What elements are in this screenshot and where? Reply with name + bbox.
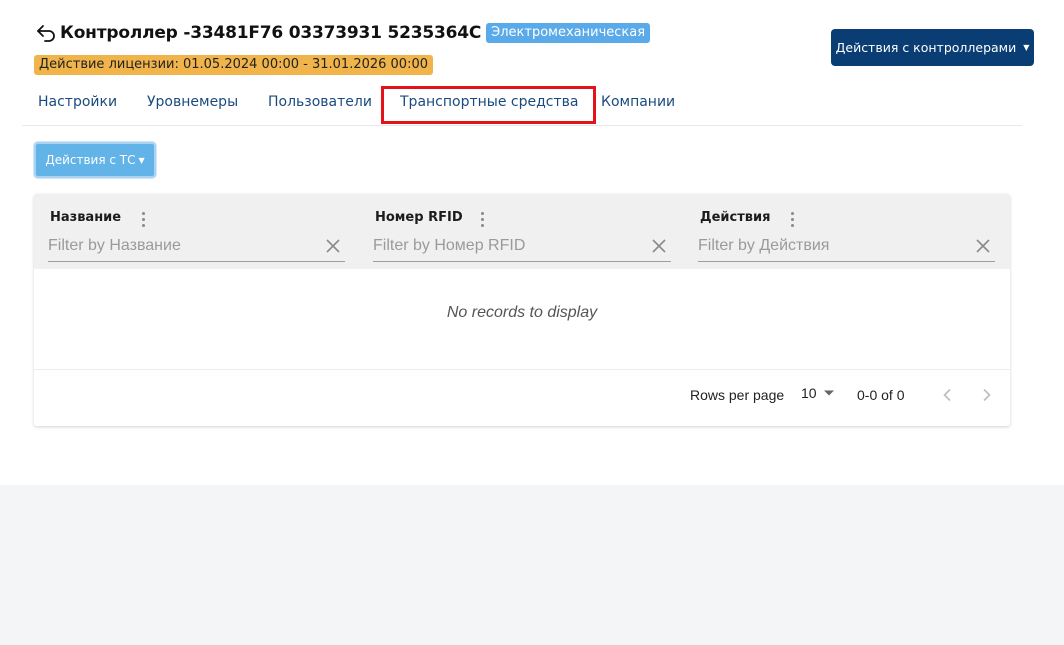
empty-message: No records to display bbox=[446, 304, 598, 321]
chevron-left-icon[interactable] bbox=[935, 383, 959, 407]
vehicle-actions-label: Действия с ТС bbox=[45, 153, 136, 167]
chevron-right-icon[interactable] bbox=[975, 383, 999, 407]
filter-name-input[interactable] bbox=[48, 235, 308, 257]
back-arrow-icon[interactable] bbox=[34, 21, 58, 45]
column-name: Название bbox=[34, 194, 359, 269]
caret-down-icon bbox=[823, 390, 834, 396]
table-pagination: Rows per page 10 0-0 of 0 bbox=[34, 369, 1010, 426]
more-vertical-icon[interactable] bbox=[786, 210, 798, 228]
active-tab-highlight bbox=[381, 86, 596, 124]
pagination-range: 0-0 of 0 bbox=[857, 387, 905, 403]
close-icon[interactable] bbox=[651, 238, 667, 254]
controller-actions-label: Действия с контроллерами bbox=[835, 40, 1017, 55]
table-header: Название Номер RFID bbox=[34, 194, 1010, 269]
filter-actions-input[interactable] bbox=[698, 235, 958, 257]
caret-down-icon: ▼ bbox=[138, 155, 145, 165]
column-actions: Действия bbox=[684, 194, 1010, 269]
license-badge: Действие лицензии: 01.05.2024 00:00 - 31… bbox=[34, 55, 434, 75]
vehicle-actions-button[interactable]: Действия с ТС ▼ bbox=[34, 142, 156, 178]
more-vertical-icon[interactable] bbox=[476, 210, 488, 228]
column-rfid: Номер RFID bbox=[359, 194, 684, 269]
vehicles-table: Название Номер RFID bbox=[34, 194, 1010, 426]
close-icon[interactable] bbox=[975, 238, 991, 254]
controller-type-badge: Электромеханическая bbox=[486, 23, 651, 43]
more-vertical-icon[interactable] bbox=[137, 210, 149, 228]
caret-down-icon: ▼ bbox=[1023, 43, 1030, 52]
controller-actions-button[interactable]: Действия с контроллерами ▼ bbox=[831, 29, 1034, 66]
rows-per-page-label: Rows per page bbox=[690, 387, 785, 403]
filter-rfid-input[interactable] bbox=[373, 235, 633, 257]
column-title: Номер RFID bbox=[375, 210, 463, 225]
rows-per-page-select[interactable]: 10 bbox=[801, 385, 835, 401]
column-title: Название bbox=[50, 210, 122, 225]
filter-field bbox=[373, 235, 671, 262]
tab-bar: Настройки Уровнемеры Пользователи Трансп… bbox=[22, 86, 1022, 126]
tab-users[interactable]: Пользователи bbox=[268, 94, 372, 110]
tab-companies[interactable]: Компании bbox=[601, 94, 675, 110]
close-icon[interactable] bbox=[325, 238, 341, 254]
filter-field bbox=[698, 235, 995, 262]
filter-field bbox=[48, 235, 345, 262]
page-title: Контроллер -33481F76 03373931 5235364C bbox=[60, 23, 482, 43]
title-row: Контроллер -33481F76 03373931 5235364C Э… bbox=[34, 21, 651, 45]
column-title: Действия bbox=[700, 210, 771, 225]
tab-settings[interactable]: Настройки bbox=[38, 94, 117, 110]
rows-per-page-value: 10 bbox=[801, 385, 817, 401]
page: Контроллер -33481F76 03373931 5235364C Э… bbox=[0, 0, 1064, 485]
tab-level-gauges[interactable]: Уровнемеры bbox=[147, 94, 238, 110]
